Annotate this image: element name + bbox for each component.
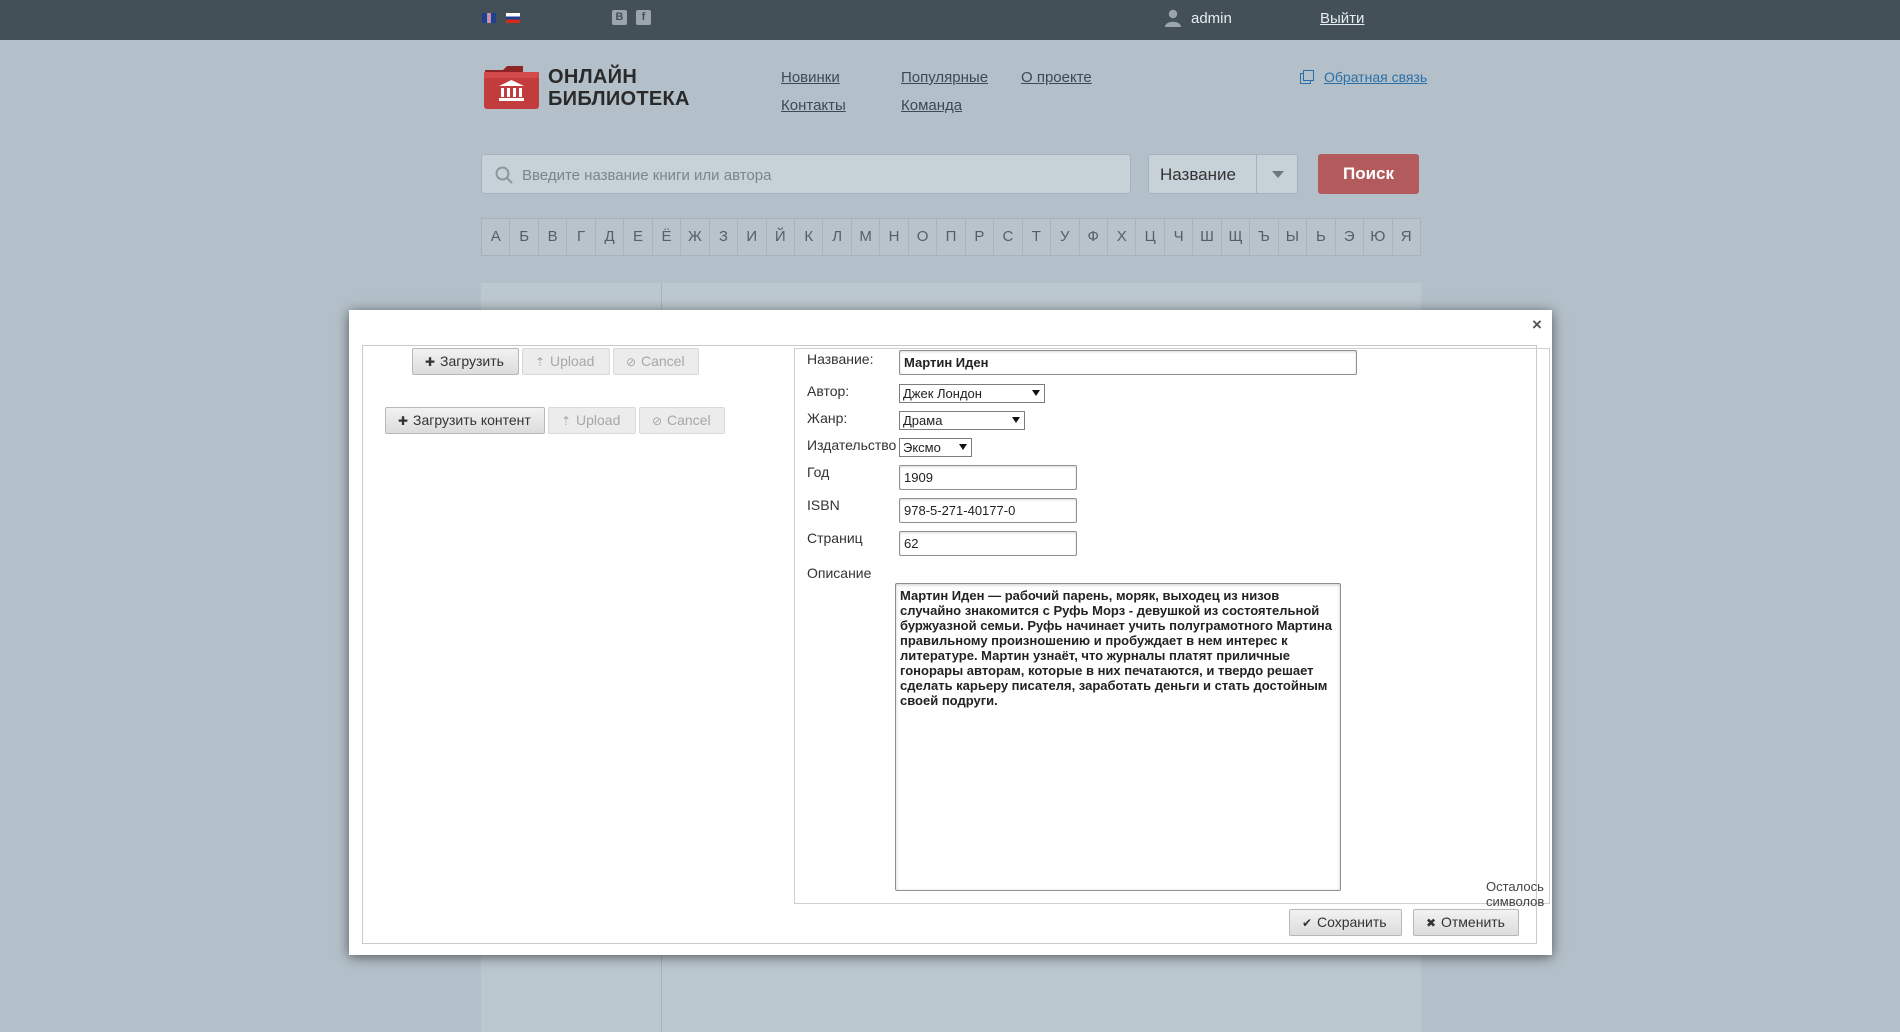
library-logo-icon[interactable] (483, 64, 540, 110)
nav-contacts[interactable]: Контакты (781, 97, 846, 114)
alphabet-letter[interactable]: Т (1023, 219, 1052, 255)
logo-text[interactable]: ОНЛАЙН БИБЛИОТЕКА (548, 66, 690, 110)
nav-popular[interactable]: Популярные (901, 69, 988, 86)
isbn-input[interactable] (899, 498, 1077, 523)
alphabet-letter[interactable]: Ш (1193, 219, 1222, 255)
year-label: Год (807, 464, 830, 480)
user-name: admin (1191, 10, 1232, 27)
alphabet-letter[interactable]: Ё (653, 219, 682, 255)
alphabet-letter[interactable]: Й (767, 219, 795, 255)
pages-input[interactable] (899, 531, 1077, 556)
close-icon[interactable]: × (1532, 315, 1542, 335)
dropdown-arrow-icon (1032, 390, 1040, 396)
top-bar: B f admin Выйти (0, 0, 1900, 40)
russian-flag-icon[interactable] (506, 13, 520, 23)
upload-icon: ⇡ (534, 355, 546, 369)
alphabet-letter[interactable]: Щ (1222, 219, 1251, 255)
alphabet-letter[interactable]: Ж (681, 219, 710, 255)
upload-cancel-button[interactable]: ⊘ Cancel (613, 348, 699, 375)
title-input[interactable] (899, 350, 1357, 375)
title-label: Название: (807, 351, 874, 367)
alphabet-letter[interactable]: Д (596, 219, 625, 255)
save-button[interactable]: ✔ Сохранить (1289, 909, 1402, 936)
alphabet-letter[interactable]: В (539, 219, 568, 255)
search-type-dropdown-toggle[interactable] (1256, 155, 1297, 193)
genre-select[interactable]: Драма (899, 411, 1025, 430)
chevron-down-icon (1272, 171, 1284, 178)
cancel-icon: ⊘ (651, 414, 663, 428)
plus-icon: ✚ (397, 414, 409, 428)
alphabet-letter[interactable]: Е (624, 219, 653, 255)
author-select[interactable]: Джек Лондон (899, 384, 1045, 403)
search-input[interactable] (520, 155, 1124, 195)
alphabet-letter[interactable]: Н (880, 219, 909, 255)
search-box (481, 154, 1131, 195)
genre-label: Жанр: (807, 410, 848, 426)
alphabet-letter[interactable]: Ф (1080, 219, 1108, 255)
upload-cover-button[interactable]: ✚ Загрузить (412, 348, 519, 375)
publisher-label: Издательство (807, 437, 897, 453)
alphabet-letter[interactable]: Ъ (1250, 219, 1279, 255)
search-type-select[interactable]: Название (1148, 154, 1298, 194)
pages-label: Страниц (807, 530, 863, 546)
alphabet-filter: АБВГДЕЁЖЗИЙКЛМНОПРСТУФХЦЧШЩЪЫЬЭЮЯ (481, 218, 1421, 256)
dropdown-arrow-icon (1012, 417, 1020, 423)
alphabet-letter[interactable]: Э (1336, 219, 1365, 255)
alphabet-letter[interactable]: Ю (1364, 219, 1393, 255)
content-upload-start-button[interactable]: ⇡ Upload (548, 407, 636, 434)
alphabet-letter[interactable]: П (937, 219, 966, 255)
alphabet-letter[interactable]: Я (1393, 219, 1420, 255)
alphabet-letter[interactable]: С (994, 219, 1023, 255)
year-input[interactable] (899, 465, 1077, 490)
vk-icon[interactable]: B (612, 10, 627, 25)
alphabet-letter[interactable]: Б (510, 219, 539, 255)
alphabet-letter[interactable]: Ч (1165, 219, 1194, 255)
plus-icon: ✚ (424, 355, 436, 369)
upload-icon: ⇡ (560, 414, 572, 428)
alphabet-letter[interactable]: К (795, 219, 824, 255)
nav-about[interactable]: О проекте (1021, 69, 1092, 86)
user-icon (1165, 9, 1181, 27)
alphabet-letter[interactable]: Л (823, 219, 852, 255)
alphabet-letter[interactable]: Ь (1307, 219, 1336, 255)
nav-new[interactable]: Новинки (781, 69, 840, 86)
alphabet-letter[interactable]: Х (1108, 219, 1137, 255)
alphabet-letter[interactable]: З (710, 219, 739, 255)
nav-team[interactable]: Команда (901, 97, 962, 114)
alphabet-letter[interactable]: И (738, 219, 767, 255)
publisher-select[interactable]: Эксмо (899, 438, 972, 457)
facebook-icon[interactable]: f (636, 10, 651, 25)
description-label: Описание (807, 565, 872, 581)
dropdown-arrow-icon (959, 444, 967, 450)
check-icon: ✔ (1301, 916, 1313, 930)
feedback-link[interactable]: Обратная связь (1324, 69, 1427, 85)
english-flag-icon[interactable] (482, 13, 496, 23)
cancel-button[interactable]: ✖ Отменить (1413, 909, 1519, 936)
search-button[interactable]: Поиск (1318, 154, 1419, 194)
isbn-label: ISBN (807, 497, 840, 513)
alphabet-letter[interactable]: М (852, 219, 881, 255)
upload-content-button[interactable]: ✚ Загрузить контент (385, 407, 545, 434)
alphabet-letter[interactable]: А (482, 219, 511, 255)
search-type-value: Название (1160, 165, 1236, 184)
alphabet-letter[interactable]: Ц (1136, 219, 1165, 255)
cancel-icon: ⊘ (625, 355, 637, 369)
alphabet-letter[interactable]: Ы (1279, 219, 1308, 255)
alphabet-letter[interactable]: У (1051, 219, 1080, 255)
logo-line-2: БИБЛИОТЕКА (548, 88, 690, 110)
alphabet-letter[interactable]: Г (567, 219, 596, 255)
author-label: Автор: (807, 383, 850, 399)
feedback-icon[interactable] (1300, 70, 1314, 84)
search-icon (495, 166, 513, 184)
logo-line-1: ОНЛАЙН (548, 66, 638, 88)
content-upload-cancel-button[interactable]: ⊘ Cancel (639, 407, 725, 434)
upload-start-button[interactable]: ⇡ Upload (522, 348, 610, 375)
logout-link[interactable]: Выйти (1320, 10, 1364, 27)
close-icon: ✖ (1425, 916, 1437, 930)
description-textarea[interactable]: Мартин Иден — рабочий парень, моряк, вых… (895, 583, 1341, 891)
alphabet-letter[interactable]: О (909, 219, 938, 255)
alphabet-letter[interactable]: Р (966, 219, 995, 255)
